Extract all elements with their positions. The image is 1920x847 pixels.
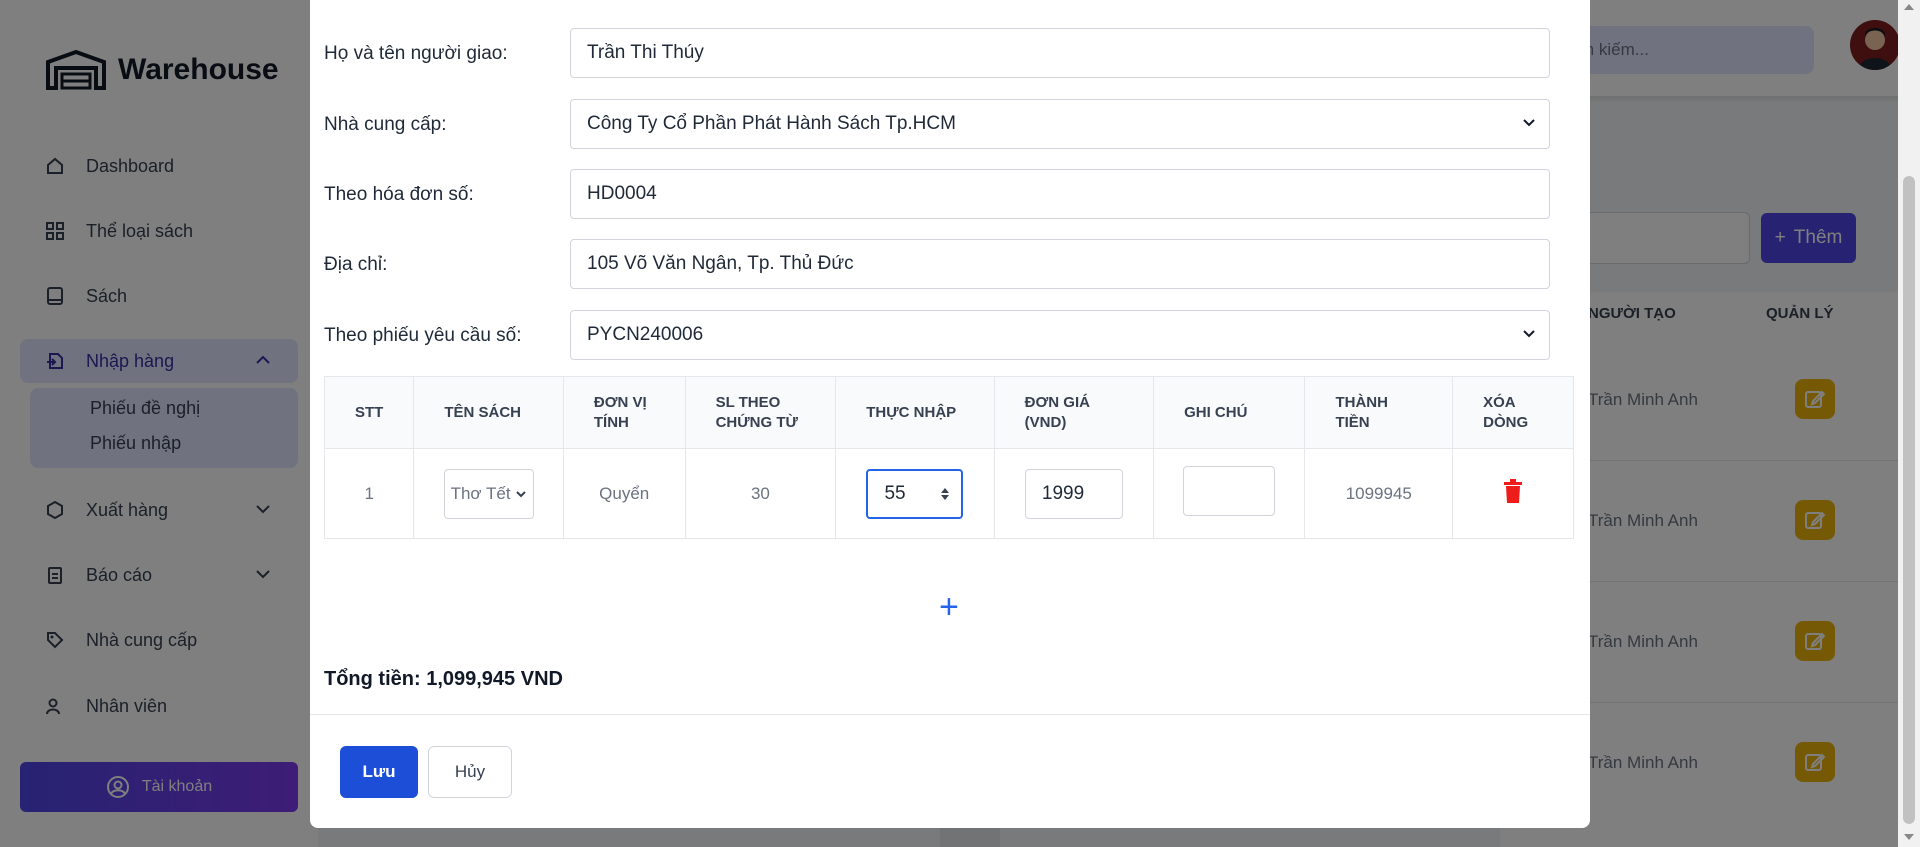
column-header: THỰC NHẬP <box>835 376 995 449</box>
supplier-select[interactable]: Công Ty Cổ Phần Phát Hành Sách Tp.HCM <box>570 99 1550 149</box>
cell-actual-qty: 55 <box>835 448 995 539</box>
table-header-row: STT TÊN SÁCH ĐƠN VỊ TÍNH SL THEO CHỨNG T… <box>323 376 1574 449</box>
scroll-up-arrow-icon[interactable] <box>1904 4 1914 10</box>
column-header: THÀNH TIỀN <box>1304 376 1454 449</box>
cell-book: Thơ Tết <box>413 448 564 539</box>
cell-unit: Quyển <box>562 448 686 539</box>
table-row: 1 Thơ Tết Quyển 30 55 1999 1099945 <box>323 448 1574 539</box>
request-label: Theo phiếu yêu cầu số: <box>324 325 522 346</box>
supplier-selected-value: Công Ty Cổ Phần Phát Hành Sách Tp.HCM <box>587 113 956 134</box>
book-select[interactable]: Thơ Tết <box>443 468 534 519</box>
column-header: GHI CHÚ <box>1153 376 1306 449</box>
items-table: STT TÊN SÁCH ĐƠN VỊ TÍNH SL THEO CHỨNG T… <box>323 376 1574 539</box>
supplier-label: Nhà cung cấp: <box>324 114 447 135</box>
modal-footer-divider <box>310 714 1590 715</box>
trash-icon[interactable] <box>1503 479 1523 503</box>
column-header: SL THEO CHỨNG TỪ <box>684 376 837 449</box>
actual-qty-value: 55 <box>884 482 906 504</box>
column-header: STT <box>323 376 415 449</box>
book-selected-value: Thơ Tết <box>450 483 511 503</box>
add-row-button[interactable]: + <box>939 590 959 624</box>
total-amount: Tổng tiền: 1,099,945 VND <box>324 668 563 690</box>
number-stepper[interactable] <box>941 487 950 500</box>
save-button[interactable]: Lưu <box>340 746 418 798</box>
supplier-row: Nhà cung cấp: Công Ty Cổ Phần Phát Hành … <box>324 99 1560 151</box>
import-receipt-modal: Họ và tên người giao: Trần Thi Thúy Nhà … <box>310 0 1590 828</box>
address-input[interactable]: 105 Võ Văn Ngân, Tp. Thủ Đức <box>570 239 1550 289</box>
actual-qty-input[interactable]: 55 <box>866 468 964 519</box>
chevron-down-icon <box>1523 330 1535 338</box>
invoice-label: Theo hóa đơn số: <box>324 184 474 205</box>
unit-price-input[interactable]: 1999 <box>1024 468 1123 519</box>
request-row: Theo phiếu yêu cầu số: PYCN240006 <box>324 310 1560 362</box>
cell-note <box>1153 448 1306 539</box>
cancel-button[interactable]: Hủy <box>428 746 512 798</box>
address-row: Địa chỉ: 105 Võ Văn Ngân, Tp. Thủ Đức <box>324 239 1560 291</box>
deliverer-row: Họ và tên người giao: Trần Thi Thúy <box>324 28 1560 80</box>
request-selected-value: PYCN240006 <box>587 324 704 345</box>
chevron-down-icon <box>515 490 526 497</box>
address-label: Địa chỉ: <box>324 254 388 275</box>
cell-total: 1099945 <box>1304 448 1454 539</box>
cell-stt: 1 <box>323 448 415 539</box>
deliverer-input[interactable]: Trần Thi Thúy <box>570 28 1550 78</box>
column-header: XÓA DÒNG <box>1452 376 1574 449</box>
request-select[interactable]: PYCN240006 <box>570 310 1550 360</box>
column-header: TÊN SÁCH <box>413 376 564 449</box>
column-header: ĐƠN VỊ TÍNH <box>562 376 686 449</box>
scroll-thumb[interactable] <box>1903 176 1915 824</box>
chevron-down-icon <box>1523 119 1535 127</box>
deliverer-label: Họ và tên người giao: <box>324 43 508 64</box>
cell-delete <box>1452 448 1574 539</box>
column-header: ĐƠN GIÁ (VND) <box>993 376 1155 449</box>
invoice-row: Theo hóa đơn số: HD0004 <box>324 169 1560 221</box>
invoice-input[interactable]: HD0004 <box>570 169 1550 219</box>
scrollbar[interactable] <box>1898 0 1920 847</box>
cell-unit-price: 1999 <box>993 448 1155 539</box>
cell-doc-qty: 30 <box>684 448 837 539</box>
note-input[interactable] <box>1183 466 1276 516</box>
scroll-down-arrow-icon[interactable] <box>1904 834 1914 840</box>
